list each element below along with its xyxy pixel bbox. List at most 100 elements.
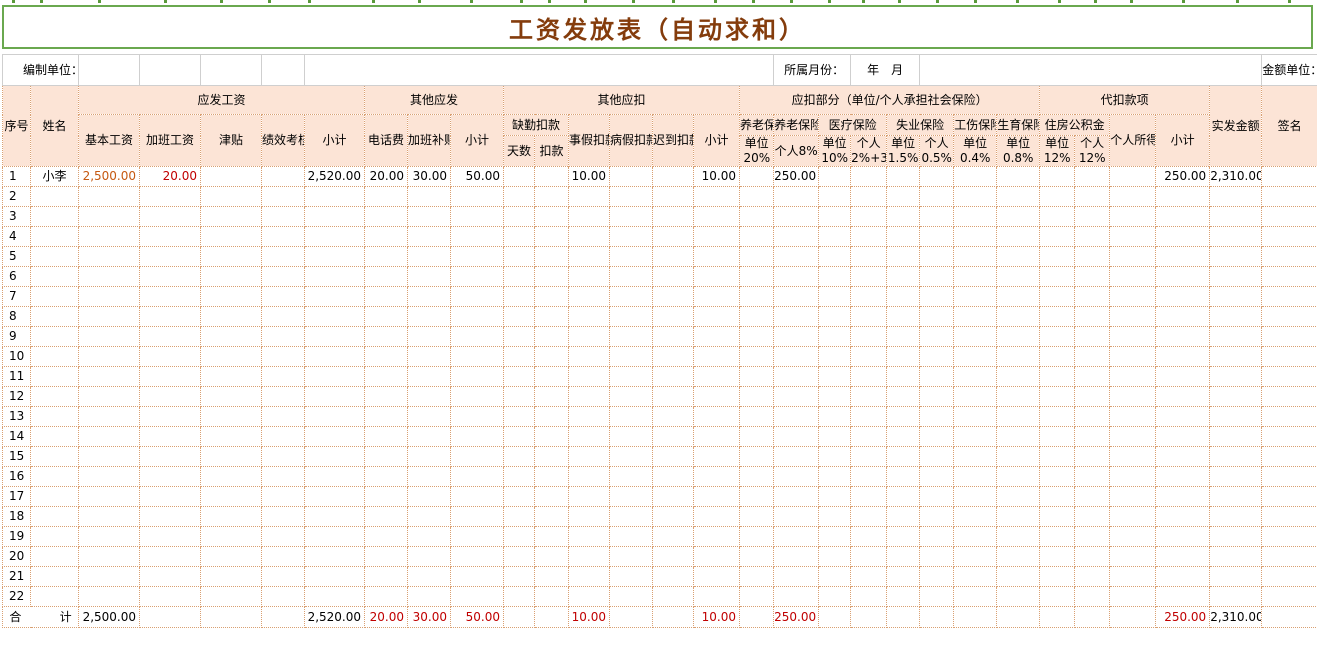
cell[interactable] xyxy=(693,506,741,527)
cell[interactable] xyxy=(886,166,921,187)
cell[interactable] xyxy=(609,426,654,447)
cell[interactable] xyxy=(1074,206,1111,227)
cell[interactable] xyxy=(78,186,141,207)
cell[interactable] xyxy=(996,286,1041,307)
cell[interactable] xyxy=(996,206,1041,227)
cell[interactable] xyxy=(818,386,852,407)
cell[interactable] xyxy=(818,226,852,247)
cell[interactable] xyxy=(503,366,536,387)
cell-seq[interactable]: 4 xyxy=(2,226,31,247)
cell[interactable] xyxy=(818,526,852,547)
cell[interactable] xyxy=(304,566,366,587)
cell[interactable] xyxy=(503,326,536,347)
cell[interactable] xyxy=(568,186,611,207)
cell[interactable] xyxy=(652,566,695,587)
cell[interactable] xyxy=(996,166,1041,187)
cell[interactable] xyxy=(568,586,611,607)
cell[interactable] xyxy=(886,366,921,387)
cell-late[interactable] xyxy=(652,166,695,187)
cell[interactable] xyxy=(1261,286,1317,307)
cell[interactable] xyxy=(1039,286,1076,307)
cell[interactable] xyxy=(304,246,366,267)
cell[interactable] xyxy=(1155,206,1211,227)
cell[interactable] xyxy=(818,186,852,207)
cell[interactable] xyxy=(996,486,1041,507)
cell[interactable] xyxy=(1109,366,1157,387)
total-deduct-subtotal[interactable]: 10.00 xyxy=(693,606,741,628)
meta-cell[interactable] xyxy=(200,54,263,86)
cell[interactable] xyxy=(450,326,505,347)
cell-seq[interactable]: 6 xyxy=(2,266,31,287)
cell[interactable] xyxy=(1039,386,1076,407)
cell-seq[interactable]: 8 xyxy=(2,306,31,327)
cell[interactable] xyxy=(407,326,452,347)
cell[interactable] xyxy=(534,286,570,307)
cell[interactable] xyxy=(1209,586,1263,607)
cell[interactable] xyxy=(739,346,775,367)
cell[interactable] xyxy=(29,426,80,447)
cell[interactable] xyxy=(1261,386,1317,407)
cell[interactable] xyxy=(739,186,775,207)
cell-days[interactable] xyxy=(503,166,536,187)
cell[interactable] xyxy=(139,586,202,607)
cell[interactable] xyxy=(139,566,202,587)
cell[interactable] xyxy=(693,486,741,507)
cell-performance[interactable] xyxy=(261,166,306,187)
cell[interactable] xyxy=(503,206,536,227)
cell[interactable] xyxy=(1039,206,1076,227)
cell[interactable] xyxy=(1261,426,1317,447)
cell[interactable] xyxy=(1155,186,1211,207)
cell[interactable] xyxy=(1261,586,1317,607)
cell[interactable] xyxy=(1109,486,1157,507)
cell[interactable] xyxy=(568,506,611,527)
cell[interactable] xyxy=(534,246,570,267)
cell[interactable] xyxy=(450,226,505,247)
cell[interactable] xyxy=(919,366,955,387)
cell[interactable] xyxy=(407,446,452,467)
cell[interactable] xyxy=(652,366,695,387)
cell[interactable] xyxy=(818,546,852,567)
cell[interactable] xyxy=(78,446,141,467)
cell[interactable] xyxy=(693,246,741,267)
cell[interactable] xyxy=(773,506,820,527)
cell[interactable] xyxy=(818,306,852,327)
cell[interactable] xyxy=(739,206,775,227)
cell[interactable] xyxy=(773,546,820,567)
cell[interactable] xyxy=(29,186,80,207)
cell[interactable] xyxy=(1039,426,1076,447)
cell[interactable] xyxy=(29,366,80,387)
cell[interactable] xyxy=(773,446,820,467)
cell[interactable] xyxy=(364,386,409,407)
cell[interactable] xyxy=(1039,246,1076,267)
cell[interactable] xyxy=(139,486,202,507)
cell[interactable] xyxy=(261,306,306,327)
cell[interactable] xyxy=(886,426,921,447)
cell[interactable] xyxy=(919,306,955,327)
cell[interactable] xyxy=(29,326,80,347)
cell[interactable] xyxy=(1109,506,1157,527)
cell[interactable] xyxy=(818,346,852,367)
cell[interactable] xyxy=(609,586,654,607)
cell[interactable] xyxy=(739,486,775,507)
cell[interactable] xyxy=(534,466,570,487)
cell[interactable] xyxy=(534,386,570,407)
cell[interactable] xyxy=(1074,166,1111,187)
cell[interactable] xyxy=(609,226,654,247)
cell[interactable] xyxy=(886,306,921,327)
cell[interactable] xyxy=(450,246,505,267)
cell[interactable] xyxy=(886,346,921,367)
cell[interactable] xyxy=(261,246,306,267)
cell[interactable] xyxy=(609,286,654,307)
cell[interactable] xyxy=(1109,546,1157,567)
cell[interactable] xyxy=(364,326,409,347)
cell[interactable] xyxy=(29,206,80,227)
cell[interactable] xyxy=(304,306,366,327)
cell[interactable] xyxy=(1074,306,1111,327)
cell[interactable] xyxy=(450,586,505,607)
cell[interactable] xyxy=(1261,346,1317,367)
cell[interactable] xyxy=(996,266,1041,287)
cell[interactable] xyxy=(1155,226,1211,247)
cell[interactable] xyxy=(693,446,741,467)
cell-seq[interactable]: 10 xyxy=(2,346,31,367)
cell[interactable] xyxy=(139,186,202,207)
